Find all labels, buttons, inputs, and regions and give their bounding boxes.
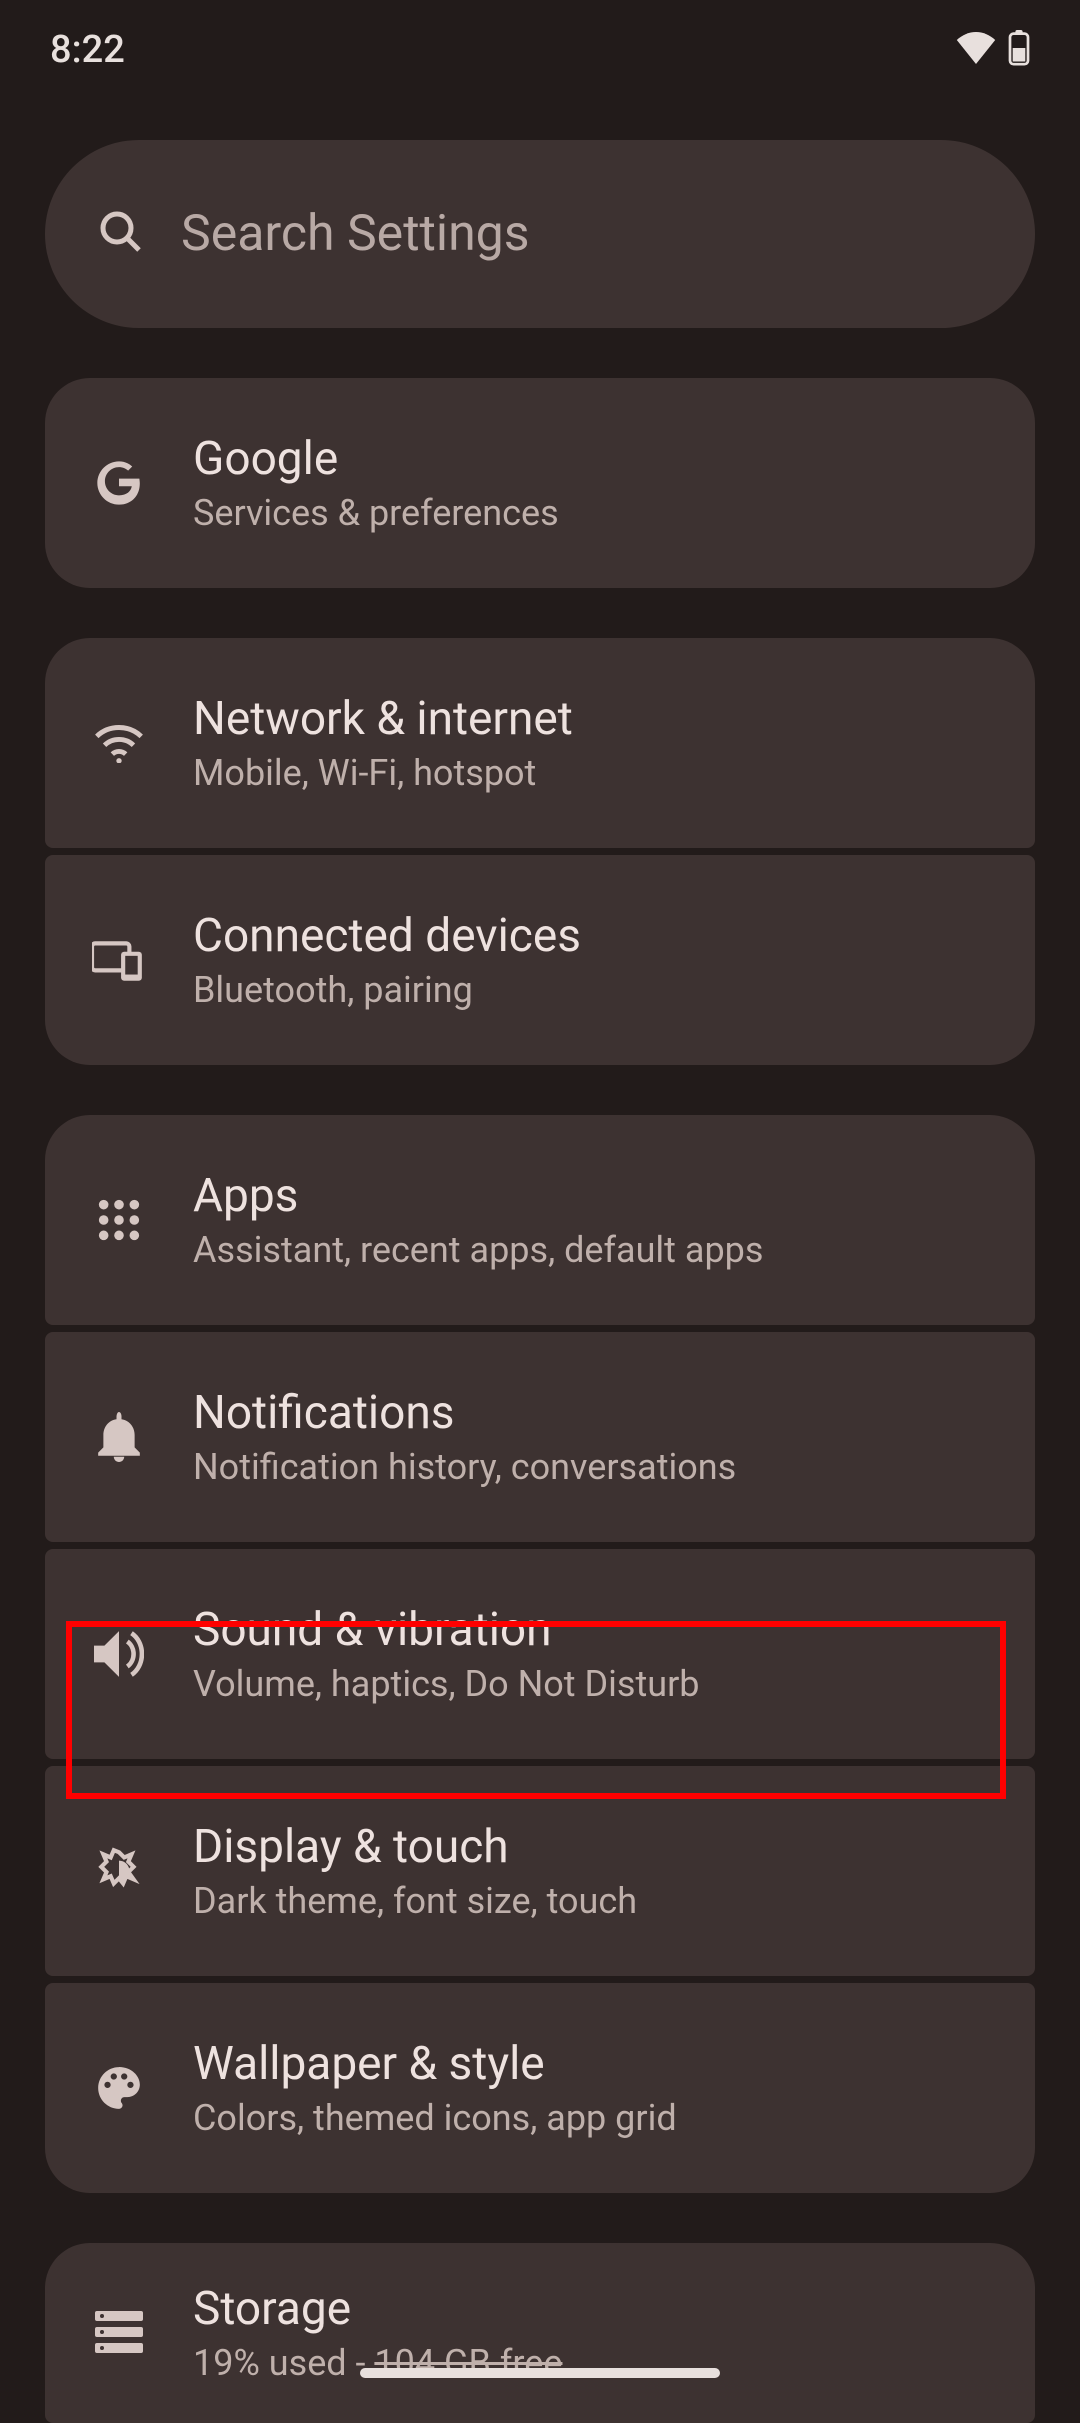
bell-icon (89, 1407, 149, 1467)
settings-item-storage[interactable]: Storage 19% used - 104 GB free (45, 2243, 1035, 2423)
brightness-icon (89, 1841, 149, 1901)
item-subtitle: Dark theme, font size, touch (193, 1880, 637, 1922)
item-subtitle: Colors, themed icons, app grid (193, 2097, 677, 2139)
wifi-icon (89, 713, 149, 773)
item-title: Wallpaper & style (193, 2037, 677, 2091)
volume-icon (89, 1624, 149, 1684)
search-settings-bar[interactable]: Search Settings (45, 140, 1035, 328)
battery-icon (1008, 30, 1030, 70)
item-title: Sound & vibration (193, 1603, 700, 1657)
settings-item-sound[interactable]: Sound & vibration Volume, haptics, Do No… (45, 1549, 1035, 1759)
settings-item-network[interactable]: Network & internet Mobile, Wi-Fi, hotspo… (45, 638, 1035, 848)
settings-item-wallpaper[interactable]: Wallpaper & style Colors, themed icons, … (45, 1983, 1035, 2193)
settings-item-apps[interactable]: Apps Assistant, recent apps, default app… (45, 1115, 1035, 1325)
settings-item-connected-devices[interactable]: Connected devices Bluetooth, pairing (45, 855, 1035, 1065)
item-subtitle: Bluetooth, pairing (193, 969, 581, 1011)
settings-item-google[interactable]: Google Services & preferences (45, 378, 1035, 588)
palette-icon (89, 2058, 149, 2118)
status-icons (956, 30, 1030, 70)
devices-icon (89, 930, 149, 990)
status-time: 8:22 (50, 28, 125, 72)
storage-icon (89, 2303, 149, 2363)
apps-icon (89, 1190, 149, 1250)
item-title: Notifications (193, 1386, 736, 1440)
status-bar: 8:22 (0, 0, 1080, 100)
item-subtitle: Assistant, recent apps, default apps (193, 1229, 763, 1271)
settings-item-display[interactable]: Display & touch Dark theme, font size, t… (45, 1766, 1035, 1976)
google-icon (89, 453, 149, 513)
item-subtitle: Notification history, conversations (193, 1446, 736, 1488)
settings-item-notifications[interactable]: Notifications Notification history, conv… (45, 1332, 1035, 1542)
wifi-icon (956, 32, 996, 68)
item-title: Display & touch (193, 1820, 637, 1874)
search-placeholder: Search Settings (181, 205, 530, 263)
item-title: Google (193, 432, 559, 486)
item-title: Connected devices (193, 909, 581, 963)
item-title: Network & internet (193, 692, 573, 746)
item-subtitle: Services & preferences (193, 492, 559, 534)
item-title: Storage (193, 2282, 562, 2336)
item-subtitle: Volume, haptics, Do Not Disturb (193, 1663, 700, 1705)
search-icon (97, 208, 145, 260)
navigation-handle[interactable] (360, 2368, 720, 2378)
item-subtitle: Mobile, Wi-Fi, hotspot (193, 752, 573, 794)
item-title: Apps (193, 1169, 763, 1223)
